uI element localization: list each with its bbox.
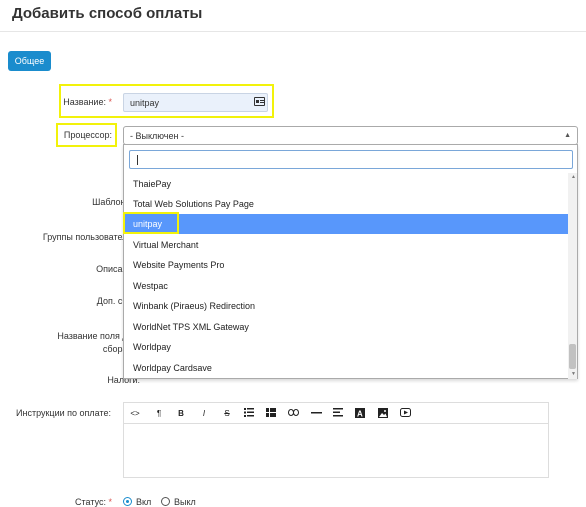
- dropdown-option[interactable]: Winbank (Piraeus) Redirection: [124, 296, 569, 316]
- dropdown-option[interactable]: Worldpay Cardsave: [124, 358, 569, 378]
- required-marker: *: [108, 497, 112, 507]
- title-bar: Добавить способ оплаты: [0, 0, 586, 32]
- dropdown-option[interactable]: Worldpay: [124, 337, 569, 357]
- status-off-radio[interactable]: [161, 497, 170, 506]
- surcharge-field-name-label: Название поля доп. сбора ?: [10, 330, 140, 356]
- code-icon[interactable]: <>: [128, 408, 142, 420]
- strikethrough-icon[interactable]: S: [220, 408, 234, 420]
- contact-card-icon[interactable]: [254, 97, 265, 106]
- link-icon[interactable]: [286, 408, 300, 420]
- user-groups-label: Группы пользователей:: [42, 232, 140, 242]
- processor-select[interactable]: - Выключен - ▲: [123, 126, 578, 145]
- caret-up-icon: ▲: [564, 132, 571, 139]
- dropdown-search-input[interactable]: [129, 150, 573, 169]
- processor-label: Процессор:: [63, 130, 112, 140]
- font-icon[interactable]: A: [353, 408, 367, 420]
- scroll-up-arrow-icon[interactable]: ▲: [571, 174, 576, 180]
- name-input[interactable]: unitpay: [123, 93, 268, 112]
- image-icon[interactable]: [376, 408, 390, 420]
- horizontal-rule-icon[interactable]: [309, 408, 323, 420]
- instructions-label: Инструкции по оплате:: [16, 408, 111, 418]
- dropdown-option-selected[interactable]: unitpay: [124, 214, 569, 234]
- dropdown-option[interactable]: Virtual Merchant: [124, 235, 569, 255]
- processor-dropdown: ThaiePay Total Web Solutions Pay Page un…: [123, 144, 578, 379]
- status-on-radio[interactable]: [123, 497, 132, 506]
- video-icon[interactable]: [398, 408, 412, 420]
- table-icon[interactable]: [264, 408, 278, 420]
- paragraph-icon[interactable]: ¶: [152, 408, 166, 420]
- tab-general[interactable]: Общее: [8, 51, 51, 71]
- status-label-text: Статус:: [75, 497, 106, 507]
- name-label: Название: *: [40, 97, 112, 107]
- align-icon[interactable]: [331, 408, 345, 420]
- scrollbar-thumb[interactable]: [569, 344, 576, 369]
- editor-toolbar: <> ¶ B I S A: [123, 402, 549, 424]
- dropdown-option[interactable]: Westpac: [124, 276, 569, 296]
- dropdown-option[interactable]: Website Payments Pro: [124, 255, 569, 275]
- scroll-down-arrow-icon[interactable]: ▼: [571, 371, 576, 377]
- instructions-editor[interactable]: [123, 424, 549, 478]
- required-marker: *: [108, 97, 112, 107]
- dropdown-option[interactable]: ThaiePay: [124, 174, 569, 194]
- template-label-text: Шаблон: [92, 197, 126, 207]
- surcharge-field-name-line2: сбора ?: [10, 343, 140, 356]
- processor-selected-value: - Выключен -: [130, 131, 184, 141]
- status-label: Статус: *: [40, 497, 112, 507]
- bullet-list-icon[interactable]: [242, 408, 256, 420]
- dropdown-option[interactable]: WorldNet TPS XML Gateway: [124, 317, 569, 337]
- dropdown-option[interactable]: Total Web Solutions Pay Page: [124, 194, 569, 214]
- unitpay-highlight: [123, 212, 179, 234]
- italic-icon[interactable]: I: [197, 408, 211, 420]
- status-on-label: Вкл: [136, 497, 152, 507]
- name-label-text: Название:: [63, 97, 106, 107]
- surcharge-field-name-line1: Название поля доп.: [57, 331, 140, 341]
- page-title: Добавить способ оплаты: [12, 5, 203, 22]
- status-off-label: Выкл: [174, 497, 196, 507]
- bold-icon[interactable]: B: [174, 408, 188, 420]
- svg-text:A: A: [357, 410, 363, 419]
